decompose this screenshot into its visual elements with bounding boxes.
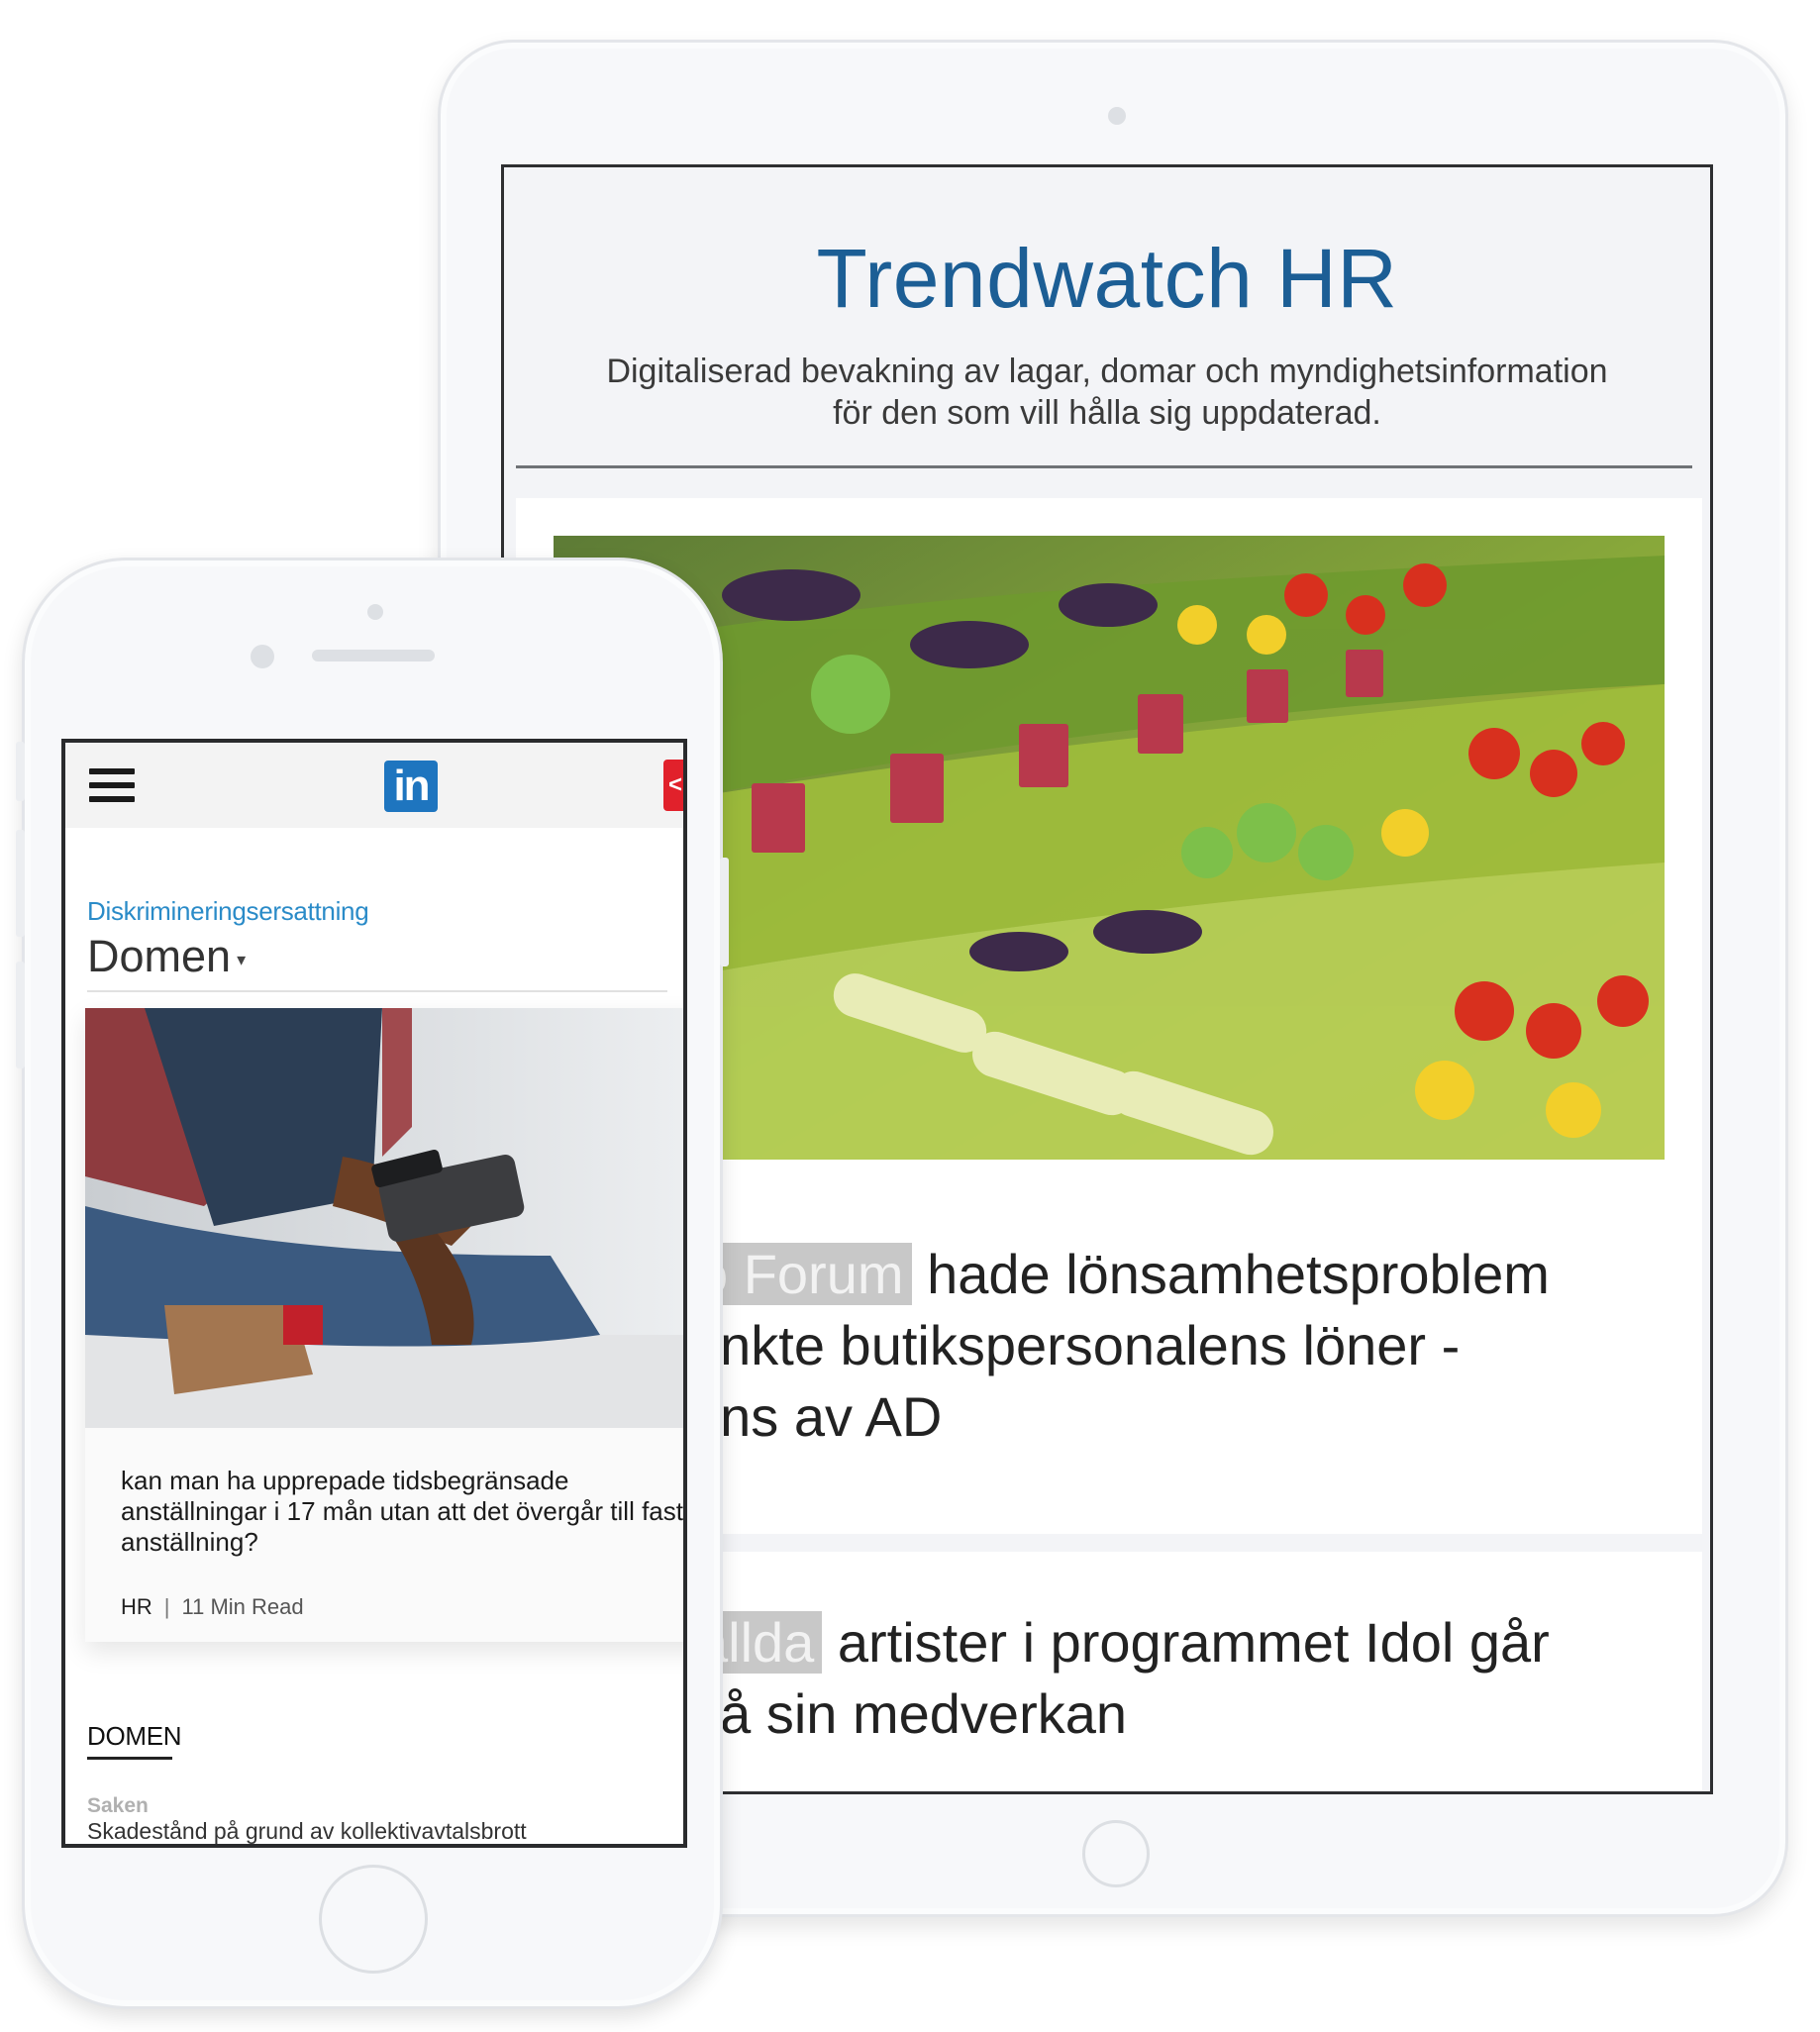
article-headline-line2: ankte butikspersonalens löner - bbox=[689, 1314, 1461, 1376]
phone-mute-switch bbox=[16, 742, 25, 801]
divider bbox=[87, 990, 667, 992]
category-dropdown-label: Domen bbox=[87, 931, 232, 981]
article-headline-line2: på sin medverkan bbox=[689, 1682, 1128, 1745]
header-divider bbox=[516, 465, 1692, 468]
site-subtitle-line2: för den som vill hålla sig uppdaterad. bbox=[833, 394, 1381, 432]
article-headline[interactable]: o Forum hade lönsamhetsproblem ankte but… bbox=[689, 1239, 1663, 1453]
tablet-home-button[interactable] bbox=[1082, 1820, 1150, 1887]
phone-screen: in < Diskrimineringsersattning Domen ▾ k… bbox=[61, 739, 687, 1848]
article-title[interactable]: kan man ha upprepade tidsbegränsade anst… bbox=[121, 1466, 683, 1558]
meta-separator: | bbox=[163, 1594, 170, 1619]
hamburger-menu-icon[interactable] bbox=[89, 768, 135, 806]
site-title[interactable]: Trendwatch HR bbox=[504, 231, 1710, 327]
linkedin-logo-icon[interactable]: in bbox=[384, 761, 438, 812]
phone-speaker bbox=[312, 650, 435, 661]
article-headline-line1: hade lönsamhetsproblem bbox=[927, 1243, 1550, 1305]
phone-home-button[interactable] bbox=[319, 1865, 428, 1974]
phone-sensor bbox=[251, 645, 274, 668]
article-meta: HR | 11 Min Read bbox=[121, 1594, 304, 1620]
phone-volume-up bbox=[16, 830, 25, 937]
section-underline bbox=[87, 1757, 172, 1760]
article-category[interactable]: HR bbox=[121, 1594, 152, 1619]
tablet-camera bbox=[1108, 107, 1126, 125]
site-subtitle: Digitaliserad bevakning av lagar, domar … bbox=[563, 351, 1651, 434]
phone-device: in < Diskrimineringsersattning Domen ▾ k… bbox=[16, 558, 729, 2009]
site-header: Trendwatch HR Digitaliserad bevakning av… bbox=[504, 167, 1710, 474]
phone-volume-down bbox=[16, 962, 25, 1068]
read-time: 11 Min Read bbox=[181, 1594, 304, 1619]
phone-camera bbox=[367, 604, 383, 620]
item-text: Skadestånd på grund av kollektivavtalsbr… bbox=[87, 1818, 527, 1844]
article-headline[interactable]: ällda artister i programmet Idol går på … bbox=[689, 1607, 1663, 1750]
device-mockup-stage: Trendwatch HR Digitaliserad bevakning av… bbox=[0, 0, 1820, 2032]
chevron-down-icon: ▾ bbox=[237, 949, 247, 969]
article-card[interactable]: kan man ha upprepade tidsbegränsade anst… bbox=[85, 1008, 683, 1642]
top-navbar: in < bbox=[65, 743, 683, 828]
item-label: Saken bbox=[87, 1794, 149, 1817]
red-side-tab-icon[interactable]: < bbox=[663, 760, 683, 811]
section-heading[interactable]: DOMEN bbox=[87, 1721, 182, 1752]
category-dropdown[interactable]: Domen ▾ bbox=[87, 931, 246, 982]
breadcrumb[interactable]: Diskrimineringsersattning bbox=[87, 896, 369, 927]
person-with-phone-image bbox=[85, 1008, 683, 1428]
article-headline-line3: nns av AD bbox=[689, 1385, 943, 1448]
phone-power-button bbox=[720, 858, 729, 966]
article-headline-line1: artister i programmet Idol går bbox=[837, 1611, 1550, 1674]
site-subtitle-line1: Digitaliserad bevakning av lagar, domar … bbox=[606, 353, 1608, 390]
